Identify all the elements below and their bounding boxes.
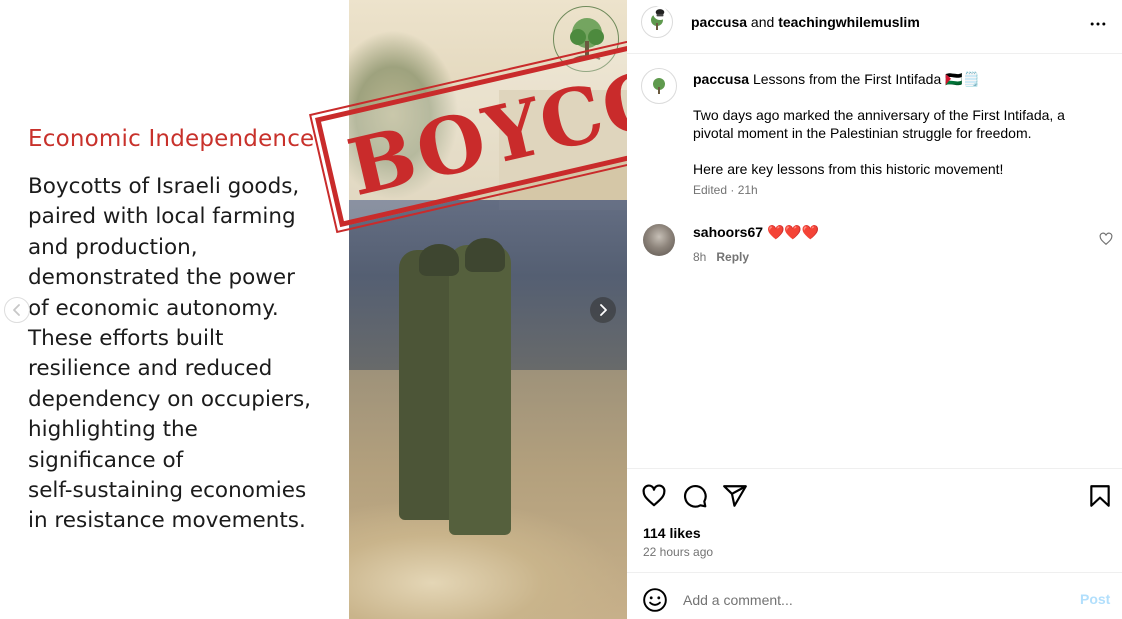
post-header: paccusa and teachingwhilemuslim — [627, 0, 1122, 54]
chevron-left-icon — [13, 304, 20, 316]
slide-body-line: Boycotts of Israeli goods, — [28, 174, 300, 199]
slide-body-line: of economic autonomy. — [28, 295, 279, 321]
slide-body-line: demonstrated the power — [28, 265, 295, 291]
header-joiner: and — [747, 14, 779, 30]
commenter-avatar[interactable] — [643, 224, 675, 256]
heart-icon[interactable] — [641, 483, 667, 509]
chevron-right-icon — [600, 304, 607, 316]
comment-heart-icon[interactable] — [1099, 232, 1113, 246]
slide-body-line: resilience and reduced — [28, 356, 273, 382]
caption-paragraph: Two days ago marked the anniversary of t… — [693, 107, 1065, 141]
header-user-teachingwhilemuslim[interactable]: teachingwhilemuslim — [778, 14, 920, 30]
post-actions: 114 likes 22 hours ago — [627, 468, 1122, 572]
slide-body-line: dependency on occupiers, — [28, 386, 312, 412]
more-horizontal-icon — [1090, 22, 1106, 26]
slide-heading: Economic Independence — [28, 126, 315, 152]
more-options-button[interactable] — [1086, 12, 1110, 36]
comment: sahoors67 ❤️❤️❤️ — [693, 224, 819, 241]
slide-body-line: significance of — [28, 447, 184, 473]
previous-slide-button[interactable] — [4, 297, 30, 323]
post-side-panel: paccusa and teachingwhilemuslim paccusa … — [627, 0, 1122, 619]
slide-body: Boycotts of Israeli goods, paired with l… — [28, 172, 328, 537]
slide-body-line: self-sustaining economies — [28, 478, 307, 504]
tree-icon — [653, 78, 665, 94]
post-media[interactable]: Economic Independence Boycotts of Israel… — [0, 0, 627, 619]
reply-button[interactable]: Reply — [716, 250, 749, 264]
comment-time: 8h — [693, 250, 707, 264]
header-usernames: paccusa and teachingwhilemuslim — [691, 14, 920, 30]
collab-logo-icon — [655, 9, 665, 17]
caption-title: Lessons from the First Intifada 🇵🇸🗒️ — [752, 71, 980, 87]
caption-author-avatar[interactable] — [641, 68, 677, 104]
helmet-shape — [419, 244, 459, 276]
post-comment-button[interactable]: Post — [1080, 591, 1110, 607]
slide-body-line: These efforts built — [28, 326, 224, 352]
likes-count[interactable]: 114 likes — [643, 525, 701, 541]
emoji-icon[interactable] — [642, 587, 668, 613]
add-comment-bar: Post — [627, 572, 1122, 619]
post-caption: paccusa Lessons from the First Intifada … — [693, 70, 1098, 178]
post-time: 22 hours ago — [643, 545, 714, 559]
comment-icon[interactable] — [682, 483, 708, 509]
caption-meta: Edited · 21h — [693, 183, 758, 197]
comment-meta: 8h Reply — [693, 250, 749, 264]
slide-body-line: in resistance movements. — [28, 508, 306, 534]
collab-avatar[interactable] — [653, 6, 667, 20]
bookmark-icon[interactable] — [1087, 483, 1113, 509]
comment-text: ❤️❤️❤️ — [766, 224, 820, 240]
next-slide-button[interactable] — [590, 297, 616, 323]
header-user-paccusa[interactable]: paccusa — [691, 14, 747, 30]
slide-body-line: and production, — [28, 234, 198, 260]
comment-input[interactable] — [683, 585, 1063, 615]
slide-text: Economic Independence Boycotts of Israel… — [28, 126, 328, 537]
slide-body-line: highlighting the — [28, 417, 198, 443]
caption-paragraph: Here are key lessons from this historic … — [693, 161, 1004, 177]
helmet-shape — [465, 238, 505, 272]
comment-username[interactable]: sahoors67 — [693, 224, 763, 240]
slide-body-line: paired with local farming — [28, 204, 296, 230]
caption-username[interactable]: paccusa — [693, 71, 749, 87]
soldier-figure — [449, 245, 511, 535]
share-icon[interactable] — [722, 483, 748, 509]
